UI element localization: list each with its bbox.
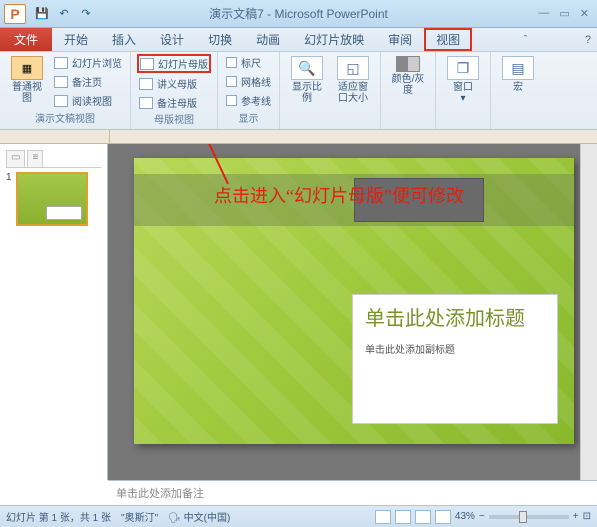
slide-thumbnail[interactable] (16, 172, 88, 226)
handout-master-button[interactable]: 讲义母版 (137, 75, 211, 92)
zoom-label: 43% (455, 511, 475, 522)
zoom-in-icon[interactable]: + (573, 511, 579, 522)
slide-title-placeholder[interactable]: 单击此处添加标题 单击此处添加副标题 (352, 294, 558, 424)
maximize-icon[interactable]: ▭ (559, 7, 569, 20)
tab-home[interactable]: 开始 (52, 28, 100, 51)
slide-subtitle-text: 单击此处添加副标题 (365, 341, 545, 356)
checkbox-icon (226, 76, 237, 87)
group-master-views: 幻灯片母版 讲义母版 备注母版 母版视图 (131, 52, 218, 129)
save-icon[interactable]: 💾 (34, 6, 50, 22)
group-show: 标尺 网格线 参考线 显示 (218, 52, 280, 129)
status-slide-count: 幻灯片 第 1 张，共 1 张 (6, 509, 111, 524)
slide-title-text: 单击此处添加标题 (365, 307, 545, 331)
zoom-button[interactable]: 🔍 显示比例 (286, 54, 328, 106)
status-slideshow-icon[interactable] (435, 510, 451, 524)
window-title: 演示文稿7 - Microsoft PowerPoint (209, 5, 388, 22)
color-grayscale-icon (396, 56, 420, 72)
undo-icon[interactable]: ↶ (56, 6, 72, 22)
ruler-checkbox[interactable]: 标尺 (224, 54, 273, 71)
quick-access-toolbar: 💾 ↶ ↷ (34, 6, 94, 22)
group-label: 显示 (224, 110, 273, 127)
ribbon: ▦ 普通视图 幻灯片浏览 备注页 阅读视图 演示文稿视图 幻灯片母版 讲义母版 … (0, 52, 597, 130)
app-icon: P (4, 4, 26, 24)
slide-master-button[interactable]: 幻灯片母版 (137, 54, 211, 73)
normal-view-icon: ▦ (11, 56, 43, 80)
title-bar: P 💾 ↶ ↷ 演示文稿7 - Microsoft PowerPoint — ▭… (0, 0, 597, 28)
tab-file[interactable]: 文件 (0, 28, 52, 51)
status-language[interactable]: 🗣 中文(中国) (168, 509, 230, 524)
group-label: 母版视图 (137, 111, 211, 128)
group-label: 演示文稿视图 (6, 110, 124, 127)
tab-review[interactable]: 审阅 (376, 28, 424, 51)
normal-view-button[interactable]: ▦ 普通视图 (6, 54, 48, 106)
slide-thumbnail-row[interactable]: 1 (6, 172, 101, 226)
panel-tab-slides[interactable]: ▭ (6, 150, 25, 167)
status-reading-view-icon[interactable] (415, 510, 431, 524)
panel-tab-outline[interactable]: ≡ (27, 150, 43, 167)
group-window: ❐ 窗口▾ (436, 52, 491, 129)
tab-design[interactable]: 设计 (148, 28, 196, 51)
close-icon[interactable]: ✕ (580, 7, 589, 20)
main-area: ▭ ≡ 1 单击此处添加标题 单击此处添加副标题 点击进入“幻灯片母版”便可修改 (0, 144, 597, 480)
handout-master-icon (139, 78, 153, 90)
fit-window-button[interactable]: ◱ 适应窗口大小 (332, 54, 374, 106)
status-theme: "奥斯汀" (121, 509, 158, 524)
macros-button[interactable]: ▤ 宏 (497, 54, 539, 95)
tab-bar: 文件 开始 插入 设计 切换 动画 幻灯片放映 审阅 视图 ˆ ? (0, 28, 597, 52)
notes-master-icon (139, 97, 153, 109)
zoom-icon: 🔍 (291, 56, 323, 80)
minimize-icon[interactable]: — (538, 7, 549, 20)
slide-sorter-icon (54, 57, 68, 69)
ribbon-min-icon[interactable]: ˆ (524, 34, 528, 46)
group-presentation-views: ▦ 普通视图 幻灯片浏览 备注页 阅读视图 演示文稿视图 (0, 52, 131, 129)
gridlines-checkbox[interactable]: 网格线 (224, 73, 273, 90)
tab-animations[interactable]: 动画 (244, 28, 292, 51)
macros-icon: ▤ (502, 56, 534, 80)
notes-pane[interactable]: 单击此处添加备注 (108, 480, 597, 505)
notes-master-button[interactable]: 备注母版 (137, 94, 211, 111)
vertical-scrollbar[interactable] (580, 144, 597, 480)
slide-master-icon (140, 58, 154, 70)
group-zoom: 🔍 显示比例 ◱ 适应窗口大小 (280, 52, 381, 129)
notes-page-button[interactable]: 备注页 (52, 73, 124, 90)
fit-icon[interactable]: ⊡ (583, 511, 591, 522)
status-bar: 幻灯片 第 1 张，共 1 张 "奥斯汀" 🗣 中文(中国) 43% − + ⊡ (0, 505, 597, 527)
workspace: 单击此处添加标题 单击此处添加副标题 点击进入“幻灯片母版”便可修改 (108, 144, 580, 480)
help-icon[interactable]: ? (585, 34, 591, 46)
reading-view-icon (54, 95, 68, 107)
fit-window-icon: ◱ (337, 56, 369, 80)
zoom-slider[interactable] (489, 515, 569, 519)
tab-view[interactable]: 视图 (424, 28, 472, 51)
checkbox-icon (226, 95, 237, 106)
color-grayscale-button[interactable]: 颜色/灰度 (387, 54, 429, 98)
group-macros: ▤ 宏 (491, 52, 545, 129)
window-controls: — ▭ ✕ (538, 7, 589, 20)
guides-checkbox[interactable]: 参考线 (224, 92, 273, 109)
group-color: 颜色/灰度 (381, 52, 436, 129)
thumb-number: 1 (6, 172, 12, 226)
panel-tabs: ▭ ≡ (6, 150, 101, 168)
reading-view-button[interactable]: 阅读视图 (52, 92, 124, 109)
checkbox-icon (226, 57, 237, 68)
annotation-text: 点击进入“幻灯片母版”便可修改 (214, 182, 464, 210)
slide-canvas[interactable]: 单击此处添加标题 单击此处添加副标题 点击进入“幻灯片母版”便可修改 (134, 158, 574, 444)
ruler (0, 130, 597, 144)
tab-transitions[interactable]: 切换 (196, 28, 244, 51)
window-icon: ❐ (447, 56, 479, 80)
slide-sorter-button[interactable]: 幻灯片浏览 (52, 54, 124, 71)
tab-insert[interactable]: 插入 (100, 28, 148, 51)
tab-slideshow[interactable]: 幻灯片放映 (292, 28, 376, 51)
notes-page-icon (54, 76, 68, 88)
redo-icon[interactable]: ↷ (78, 6, 94, 22)
window-button[interactable]: ❐ 窗口▾ (442, 54, 484, 106)
zoom-out-icon[interactable]: − (479, 511, 485, 522)
status-sorter-view-icon[interactable] (395, 510, 411, 524)
status-normal-view-icon[interactable] (375, 510, 391, 524)
slides-panel: ▭ ≡ 1 (0, 144, 108, 480)
